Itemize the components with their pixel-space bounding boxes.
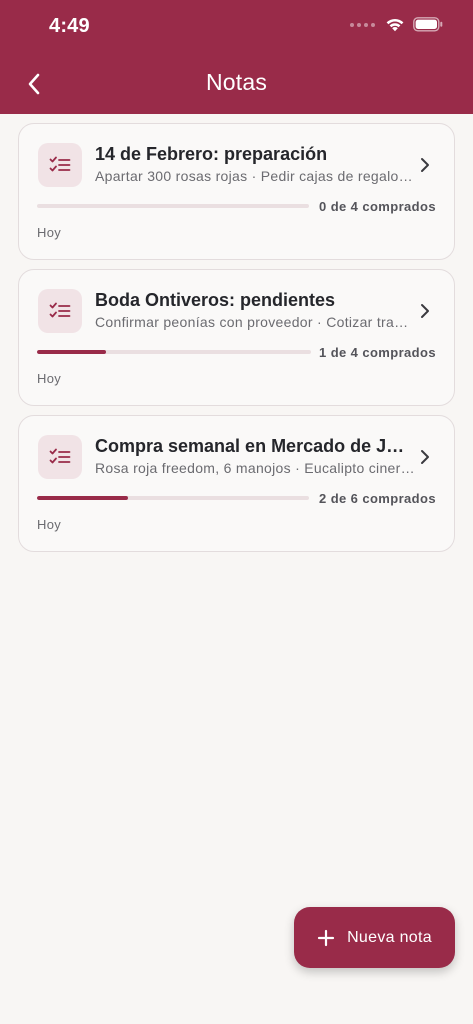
- progress-bar: [37, 350, 311, 354]
- note-date: Hoy: [37, 225, 62, 240]
- battery-icon: [413, 17, 443, 32]
- notes-list: 14 de Febrero: preparación Apartar 300 r…: [18, 123, 455, 561]
- progress-bar: [37, 496, 309, 500]
- new-note-button[interactable]: Nueva nota: [294, 907, 455, 968]
- note-date: Hoy: [37, 371, 62, 386]
- note-icon-container: [38, 143, 82, 187]
- chevron-right-icon: [421, 158, 429, 172]
- note-title: 14 de Febrero: preparación: [95, 144, 328, 164]
- plus-icon: [317, 929, 335, 946]
- progress-fill: [37, 350, 106, 354]
- status-icons: [350, 17, 443, 32]
- status-time: 4:49: [49, 15, 90, 37]
- checklist-icon: [49, 302, 71, 318]
- note-subtitle: Apartar 300 rosas rojas · Pedir cajas de…: [95, 168, 415, 184]
- signal-icon: [350, 22, 375, 27]
- note-icon-container: [38, 289, 82, 333]
- checklist-icon: [49, 448, 71, 464]
- chevron-right-icon: [421, 304, 429, 318]
- page-title: Notas: [205, 69, 268, 95]
- note-card[interactable]: 14 de Febrero: preparación Apartar 300 r…: [18, 123, 455, 260]
- app-header: 4:49 Notas: [0, 0, 473, 114]
- note-subtitle: Confirmar peonías con proveedor · Cotiza…: [95, 314, 415, 330]
- note-date: Hoy: [37, 517, 62, 532]
- note-title: Boda Ontiveros: pendientes: [95, 290, 336, 310]
- progress-label: 0 de 4 comprados: [319, 199, 436, 214]
- note-icon-container: [38, 435, 82, 479]
- wifi-icon: [386, 18, 404, 32]
- note-title: Compra semanal en Mercado de Jamaica: [95, 436, 411, 456]
- new-note-label: Nueva nota: [347, 928, 432, 946]
- progress-label: 1 de 4 comprados: [319, 345, 436, 360]
- chevron-right-icon: [421, 450, 429, 464]
- note-card[interactable]: Compra semanal en Mercado de Jamaica Ros…: [18, 415, 455, 552]
- progress-label: 2 de 6 comprados: [319, 491, 436, 506]
- checklist-icon: [49, 156, 71, 172]
- note-subtitle: Rosa roja freedom, 6 manojos · Eucalipto…: [95, 460, 415, 476]
- progress-fill: [37, 496, 128, 500]
- progress-bar: [37, 204, 309, 208]
- note-card[interactable]: Boda Ontiveros: pendientes Confirmar peo…: [18, 269, 455, 406]
